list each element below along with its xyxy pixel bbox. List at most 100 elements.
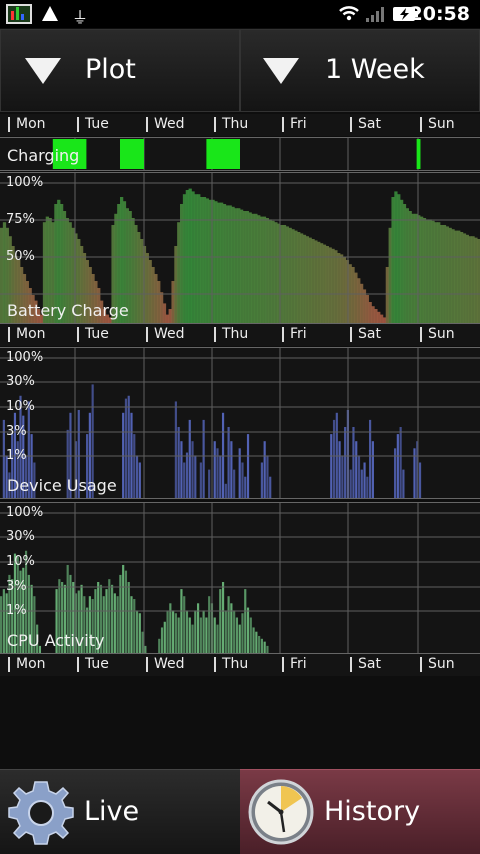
battery-bar [208,199,212,323]
plot-dropdown[interactable]: Plot [0,29,240,112]
usage-tick-3: 3% [6,424,27,439]
cpu-tick-1: 1% [6,603,27,618]
battery-bar [425,219,429,323]
battery-bar [220,202,224,323]
day-label-wed: Wed [146,657,185,672]
battery-bar [428,219,432,323]
wifi-icon [338,4,360,26]
battery-charge-label: Battery Charge [7,301,129,320]
battery-bar [160,292,164,323]
battery-bar [305,236,309,323]
battery-bar [311,239,315,323]
cpu-tick-10: 10% [6,554,35,569]
battery-bar [240,209,244,323]
battery-bar [325,246,329,323]
battery-tick-100: 100% [6,175,44,190]
usage-bar [349,469,352,498]
battery-bar [462,233,467,323]
day-label-sat: Sat [350,327,381,342]
battery-bar [328,247,332,323]
battery-bar [374,309,378,323]
cpu-bar [219,589,222,653]
usage-bar [191,441,194,498]
battery-bar [174,246,178,323]
battery-bar [182,194,187,323]
gear-icon [6,778,76,852]
history-label: History [324,796,421,827]
battery-bar [400,199,404,323]
battery-bar [202,197,207,323]
cpu-bar [110,584,114,653]
cpu-bar [124,570,128,653]
usage-bar [269,476,272,498]
usage-bar [402,469,405,498]
charging-panel: Charging [0,137,480,171]
usage-bar [246,434,250,498]
battery-bar [391,197,395,323]
day-label-mon: Mon [8,657,46,672]
battery-bar [317,241,321,323]
cpu-bar [249,617,252,653]
battery-bar [357,278,361,323]
battery-bar [460,232,464,323]
cpu-bar [260,638,263,653]
usage-bar [233,469,236,498]
battery-bar [205,198,209,323]
day-label-wed: Wed [146,327,185,342]
battery-bar [194,194,198,323]
day-label-mon: Mon [8,117,46,132]
charging-interval-1 [120,139,144,169]
usage-bar [335,412,338,498]
usage-bar [352,427,355,498]
cpu-bar [172,610,175,653]
battery-bar [448,227,452,323]
live-label: Live [84,796,140,827]
usage-bar [174,401,177,498]
cpu-bar [183,596,186,653]
usage-bar [227,427,230,498]
cpu-bar [174,613,177,653]
cpu-bar [133,599,136,653]
cpu-bar [166,610,169,653]
dropdown-triangle-icon [25,58,61,84]
usage-bar [199,462,202,498]
usage-bar [357,455,361,498]
battery-bar [197,194,201,323]
cpu-bar [235,617,239,653]
battery-bar [168,309,172,323]
cpu-bar [238,624,241,653]
battery-bar [377,311,381,323]
battery-bar [285,226,289,323]
cpu-bar [224,610,227,653]
battery-bar [231,206,235,323]
battery-bar [437,222,441,323]
battery-bar [294,230,298,323]
cpu-bar [0,596,3,653]
battery-bar [371,306,375,323]
cpu-bar [221,582,225,653]
battery-bar [177,222,181,323]
battery-bar [471,236,475,323]
cpu-bar [213,617,216,653]
battery-bar [134,225,138,323]
history-button[interactable]: History [240,769,480,854]
battery-bar [257,215,261,323]
cpu-bar [116,596,119,653]
cpu-bar [108,579,111,653]
cpu-bar [2,589,5,653]
battery-bar [260,216,264,323]
usage-bar [183,462,186,498]
cpu-bar [199,617,202,653]
charging-interval-3 [416,139,421,169]
battery-bar [2,222,7,323]
range-dropdown[interactable]: 1 Week [240,29,480,112]
usage-bar [241,462,244,498]
live-button[interactable]: Live [0,769,240,854]
usage-bar [363,462,366,498]
cpu-bar [185,610,189,653]
battery-bar [248,212,252,323]
battery-bar [402,204,407,323]
battery-bar [288,227,292,323]
battery-bar [380,314,384,323]
usage-bar [224,483,227,498]
